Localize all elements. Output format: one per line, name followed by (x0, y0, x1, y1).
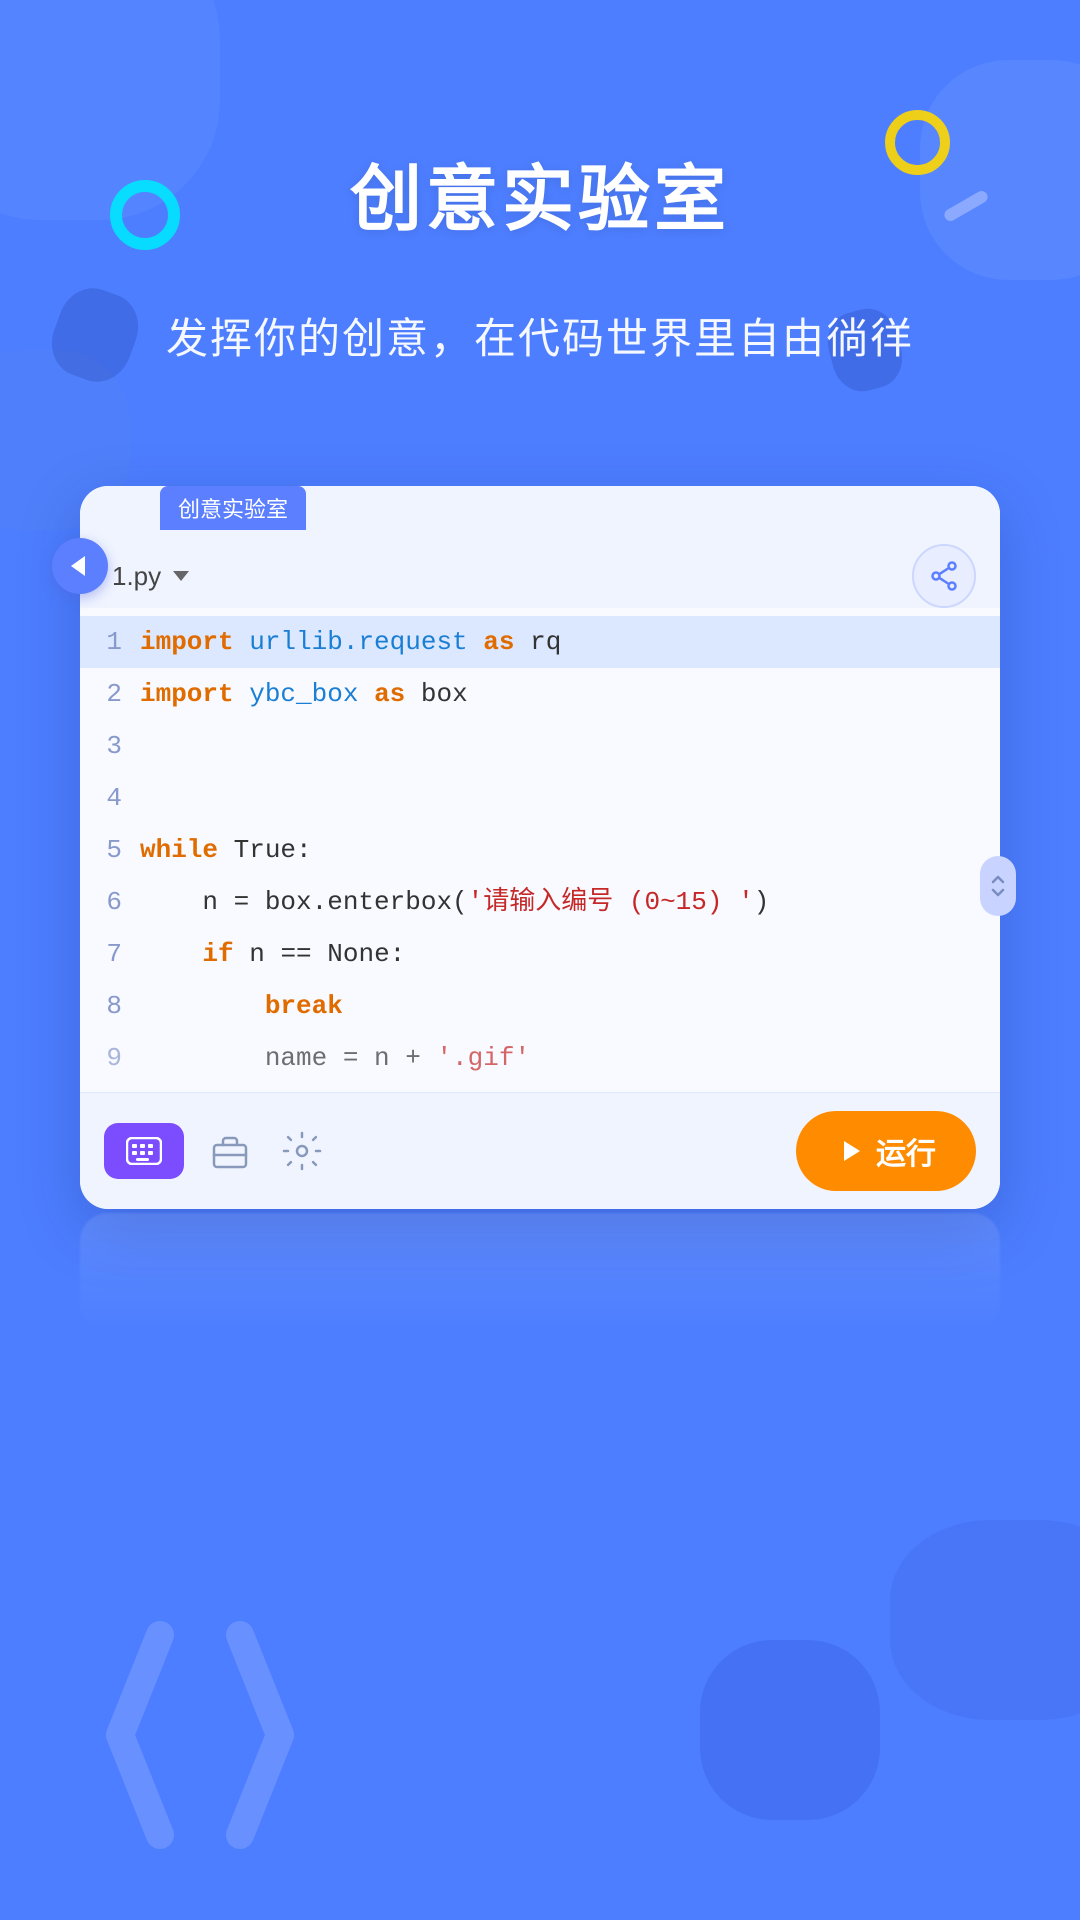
back-button[interactable] (52, 538, 108, 594)
code-line-1: 1 import urllib.request as rq (80, 616, 1000, 668)
line-number-1: 1 (80, 616, 140, 668)
keyboard-button[interactable] (104, 1123, 184, 1179)
scroll-handle[interactable] (980, 856, 1000, 916)
editor-card: 创意实验室 1.py (80, 486, 1000, 1209)
code-line-4: 4 (80, 772, 1000, 824)
share-button[interactable] (912, 544, 976, 608)
editor-card-wrapper: 创意实验室 1.py (80, 486, 1000, 1333)
code-line-2: 2 import ybc_box as box (80, 668, 1000, 720)
code-line-6: 6 n = box.enterbox('请输入编号 (0~15) ') (80, 876, 1000, 928)
run-icon (836, 1137, 864, 1165)
code-line-9: 9 name = n + '.gif' (80, 1032, 1000, 1084)
code-line-5: 5 while True: (80, 824, 1000, 876)
main-content: 创意实验室 发挥你的创意，在代码世界里自由徜徉 创意实验室 1.py (0, 0, 1080, 1333)
line-number-6: 6 (80, 876, 140, 928)
code-line-3: 3 (80, 720, 1000, 772)
run-button[interactable]: 运行 (796, 1111, 976, 1191)
code-line-7: 7 if n == None: (80, 928, 1000, 980)
code-brackets-icon (60, 1615, 340, 1860)
run-button-label: 运行 (876, 1129, 936, 1173)
line-number-9: 9 (80, 1032, 140, 1084)
line-code-8: break (140, 980, 343, 1032)
line-number-7: 7 (80, 928, 140, 980)
file-selector[interactable]: 1.py (104, 561, 189, 592)
chevron-down-icon (173, 571, 189, 581)
line-number-4: 4 (80, 772, 140, 824)
card-header: 创意实验室 1.py (80, 486, 1000, 608)
keyboard-icon (126, 1137, 162, 1165)
tool-icon-1[interactable] (204, 1125, 256, 1177)
settings-icon (280, 1129, 324, 1173)
line-code-2: import ybc_box as box (140, 668, 468, 720)
back-chevron-icon (71, 556, 85, 576)
share-icon (928, 560, 960, 592)
code-area: 1 import urllib.request as rq 2 import y… (80, 608, 1000, 1092)
briefcase-icon (208, 1129, 252, 1173)
tool-icon-2[interactable] (276, 1125, 328, 1177)
line-code-6: n = box.enterbox('请输入编号 (0~15) ') (140, 876, 769, 928)
line-number-8: 8 (80, 980, 140, 1032)
line-code-9: name = n + '.gif' (140, 1032, 530, 1084)
file-name: 1.py (112, 561, 161, 592)
code-brackets-svg (60, 1615, 340, 1855)
scroll-arrows-icon (988, 874, 1000, 898)
tab-label: 创意实验室 (160, 486, 306, 530)
line-number-5: 5 (80, 824, 140, 876)
page-title: 创意实验室 (350, 140, 730, 245)
line-code-1: import urllib.request as rq (140, 616, 561, 668)
toolbar-left (104, 1123, 328, 1179)
reflection-card (80, 1213, 1000, 1333)
line-code-5: while True: (140, 824, 312, 876)
line-number-2: 2 (80, 668, 140, 720)
page-subtitle: 发挥你的创意，在代码世界里自由徜徉 (166, 305, 914, 366)
line-number-3: 3 (80, 720, 140, 772)
line-code-7: if n == None: (140, 928, 405, 980)
code-line-8: 8 break (80, 980, 1000, 1032)
card-toolbar: 运行 (80, 1092, 1000, 1209)
